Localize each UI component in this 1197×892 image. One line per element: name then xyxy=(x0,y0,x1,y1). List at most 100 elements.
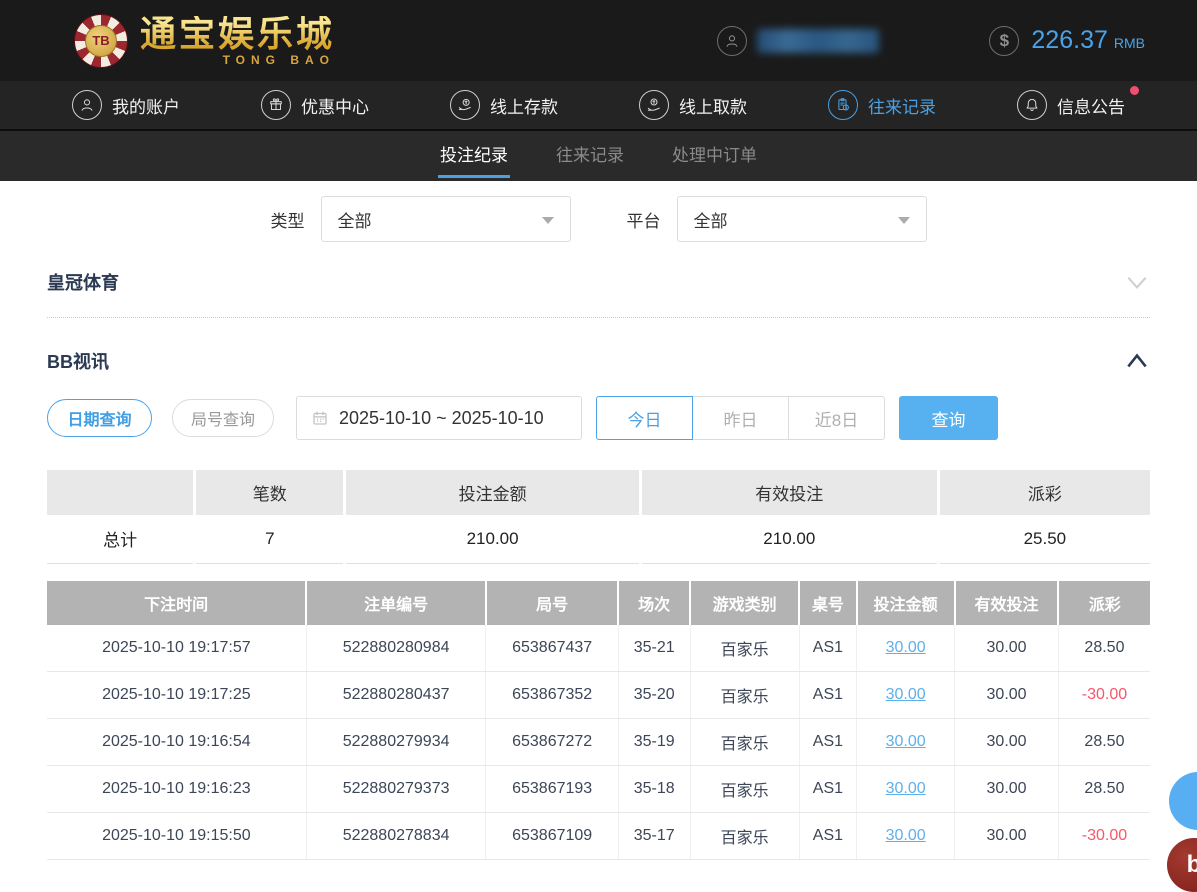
cell-session: 35-17 xyxy=(617,812,691,860)
nav-label: 线上存款 xyxy=(490,97,558,117)
nav-item-transaction-records[interactable]: 往来记录 xyxy=(828,90,936,120)
cell-bet-time: 2025-10-10 19:17:25 xyxy=(47,671,307,719)
nav-item-withdraw[interactable]: 线上取款 xyxy=(639,90,747,120)
tab-pending-orders[interactable]: 处理中订单 xyxy=(670,131,759,178)
tab-bet-records[interactable]: 投注纪录 xyxy=(438,131,510,178)
cell-game-type: 百家乐 xyxy=(689,624,800,672)
balance-currency: RMB xyxy=(1113,35,1145,51)
platform-select[interactable]: 全部 xyxy=(676,196,927,242)
bet-records-table: 下注时间 注单编号 局号 场次 游戏类别 桌号 投注金额 有效投注 派彩 202… xyxy=(47,580,1150,860)
cell-payout: 28.50 xyxy=(1057,765,1150,813)
dollar-icon: $ xyxy=(989,25,1020,56)
cell-bet-time: 2025-10-10 19:16:23 xyxy=(47,765,307,813)
cell-valid-bet: 30.00 xyxy=(954,718,1059,766)
header-table-no: 桌号 xyxy=(798,580,857,625)
yesterday-button[interactable]: 昨日 xyxy=(692,396,789,440)
summary-total-row: 总计 7 210.00 210.00 25.50 xyxy=(47,515,1150,564)
header-round-no: 局号 xyxy=(484,580,619,625)
cell-bet-time: 2025-10-10 19:15:50 xyxy=(47,812,307,860)
bet-amount-link[interactable]: 30.00 xyxy=(886,733,926,750)
table-row: 2025-10-10 19:15:50 522880278834 6538671… xyxy=(47,812,1150,860)
summary-header-payout: 派彩 xyxy=(936,470,1150,515)
cell-session: 35-18 xyxy=(617,765,691,813)
cell-round-no: 653867109 xyxy=(485,812,619,860)
section-crown-sports[interactable]: 皇冠体育 xyxy=(47,269,1150,295)
cell-round-no: 653867193 xyxy=(485,765,619,813)
header-right: $ 226.37 RMB xyxy=(717,0,1145,81)
summary-header-valid-bet: 有效投注 xyxy=(638,470,939,515)
cell-game-type: 百家乐 xyxy=(689,718,800,766)
summary-header-bet-amount: 投注金额 xyxy=(343,470,641,515)
header-bet-time: 下注时间 xyxy=(47,580,307,625)
cell-bet-id: 522880279373 xyxy=(305,765,486,813)
range-button-group: 今日 昨日 近8日 xyxy=(596,396,885,440)
cell-valid-bet: 30.00 xyxy=(954,671,1059,719)
nav-item-my-account[interactable]: 我的账户 xyxy=(72,90,180,120)
today-button[interactable]: 今日 xyxy=(596,396,693,440)
cell-payout: 28.50 xyxy=(1057,718,1150,766)
caret-down-icon xyxy=(897,217,910,224)
divider xyxy=(47,317,1150,318)
user-info[interactable] xyxy=(717,25,880,56)
header-session: 场次 xyxy=(617,580,691,625)
cell-payout: -30.00 xyxy=(1057,671,1150,719)
chevron-up-icon[interactable] xyxy=(1124,350,1150,372)
section-bb-video[interactable]: BB视讯 xyxy=(47,348,1150,374)
main-nav: 我的账户 优惠中心 线上存款 线上取款 往来记录 信息公告 xyxy=(0,81,1197,131)
wallet[interactable]: $ 226.37 RMB xyxy=(989,25,1145,56)
nav-item-deposit[interactable]: 线上存款 xyxy=(450,90,558,120)
content: 类型 全部 平台 全部 皇冠体育 BB视讯 日期查询 局号查询 2025-10-… xyxy=(0,196,1197,860)
notification-dot xyxy=(1130,86,1139,95)
cell-table-no: AS1 xyxy=(798,718,857,766)
cell-bet-amount: 30.00 xyxy=(856,765,955,813)
deposit-icon xyxy=(450,90,480,120)
cell-payout: -30.00 xyxy=(1057,812,1150,860)
nav-label: 往来记录 xyxy=(868,97,936,117)
cell-bet-time: 2025-10-10 19:16:54 xyxy=(47,718,307,766)
table-row: 2025-10-10 19:16:23 522880279373 6538671… xyxy=(47,765,1150,813)
user-icon xyxy=(72,90,102,120)
nav-item-announcements[interactable]: 信息公告 xyxy=(1017,86,1139,120)
summary-count: 7 xyxy=(193,515,345,564)
round-query-button[interactable]: 局号查询 xyxy=(172,399,274,437)
nav-item-promotions[interactable]: 优惠中心 xyxy=(261,90,369,120)
cell-table-no: AS1 xyxy=(798,671,857,719)
bet-amount-link[interactable]: 30.00 xyxy=(886,780,926,797)
brand-logo[interactable]: TB 通宝娱乐城 TONG BAO xyxy=(74,13,335,68)
platform-filter-group: 平台 全部 xyxy=(627,196,927,242)
query-toolbar: 日期查询 局号查询 2025-10-10 ~ 2025-10-10 今日 昨日 … xyxy=(47,396,1150,440)
type-select-value: 全部 xyxy=(337,211,372,231)
nav-label: 信息公告 xyxy=(1057,97,1125,117)
bet-table-body: 2025-10-10 19:17:57 522880280984 6538674… xyxy=(47,624,1150,860)
bet-table-header-row: 下注时间 注单编号 局号 场次 游戏类别 桌号 投注金额 有效投注 派彩 xyxy=(47,580,1150,625)
cell-session: 35-20 xyxy=(617,671,691,719)
type-filter-label: 类型 xyxy=(270,211,305,231)
cell-table-no: AS1 xyxy=(798,765,857,813)
search-button[interactable]: 查询 xyxy=(899,396,998,440)
cell-session: 35-21 xyxy=(617,624,691,672)
type-select[interactable]: 全部 xyxy=(320,196,571,242)
date-query-button[interactable]: 日期查询 xyxy=(47,399,152,437)
tab-transaction-records[interactable]: 往来记录 xyxy=(554,131,626,178)
bet-amount-link[interactable]: 30.00 xyxy=(886,827,926,844)
summary-bet-amount: 210.00 xyxy=(343,515,641,564)
date-range-value: 2025-10-10 ~ 2025-10-10 xyxy=(339,407,544,428)
caret-down-icon xyxy=(541,217,554,224)
platform-filter-label: 平台 xyxy=(626,211,661,231)
cell-valid-bet: 30.00 xyxy=(954,812,1059,860)
cell-bet-amount: 30.00 xyxy=(856,718,955,766)
header-valid-bet: 有效投注 xyxy=(953,580,1059,625)
bet-amount-link[interactable]: 30.00 xyxy=(886,686,926,703)
cell-bet-id: 522880280984 xyxy=(305,624,486,672)
summary-valid-bet: 210.00 xyxy=(638,515,939,564)
cell-payout: 28.50 xyxy=(1057,624,1150,672)
date-range-input[interactable]: 2025-10-10 ~ 2025-10-10 xyxy=(296,396,582,440)
chip-label: TB xyxy=(85,24,117,57)
bet-amount-link[interactable]: 30.00 xyxy=(886,639,926,656)
summary-header-row: 笔数 投注金额 有效投注 派彩 xyxy=(47,470,1150,515)
cell-round-no: 653867272 xyxy=(485,718,619,766)
chevron-down-icon[interactable] xyxy=(1124,271,1150,293)
last-8-days-button[interactable]: 近8日 xyxy=(788,396,885,440)
cell-session: 35-19 xyxy=(617,718,691,766)
calendar-icon xyxy=(313,411,327,425)
